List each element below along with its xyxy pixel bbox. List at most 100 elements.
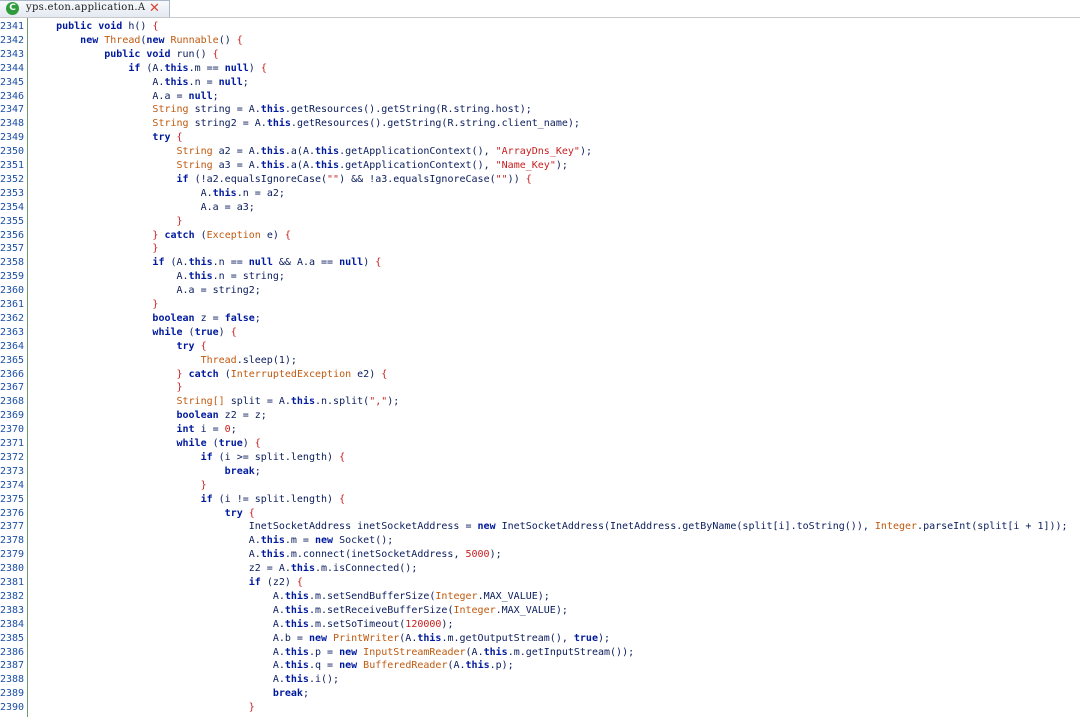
code-token: { [296,577,303,588]
code-line[interactable]: } catch (InterruptedException e2) { [32,368,388,382]
code-line[interactable]: } [32,381,183,395]
code-token: while [176,438,207,449]
code-line[interactable]: if (i >= split.length) { [32,451,346,465]
code-line[interactable]: String string = A.this.getResources().ge… [32,103,531,117]
code-line[interactable]: A.this.m = new Socket(); [32,534,394,548]
code-line[interactable]: } [32,215,183,229]
code-token: this [260,535,285,547]
code-token: } [176,215,183,227]
code-token: ; [254,312,261,324]
code-line[interactable]: try { [32,340,207,354]
code-line[interactable]: String a3 = A.this.a(A.this.getApplicati… [32,159,568,173]
code-token: { [176,132,183,144]
code-token: new [146,34,165,46]
code-line[interactable]: if (A.this.m == null) { [32,62,267,76]
code-token: { [254,438,261,449]
code-line[interactable]: } [32,242,158,256]
code-token: false [224,312,255,324]
code-token: { [212,48,219,60]
code-line[interactable]: break; [32,465,261,479]
code-token: .p = [308,646,340,658]
line-number: 2351 [0,160,25,171]
code-line[interactable]: A.this.m.setSendBufferSize(Integer.MAX_V… [32,590,550,604]
code-line[interactable]: int i = 0; [32,423,237,437]
code-line[interactable]: try { [32,131,183,145]
code-line[interactable]: } [32,701,255,715]
code-line[interactable]: } [32,479,207,493]
code-token: i = [194,424,225,436]
code-line[interactable]: A.a = string2; [32,284,260,298]
code-line[interactable]: A.this.n = a2; [32,187,285,201]
code-line[interactable]: A.this.m.setSoTimeout(120000); [32,618,454,632]
code-token: this [284,590,309,602]
code-line[interactable]: if (i != split.length) { [32,493,346,507]
code-line[interactable]: A.this.m.setReceiveBufferSize(Integer.MA… [32,604,568,618]
code-token: { [236,34,243,46]
code-line[interactable]: boolean z2 = z; [32,409,267,423]
code-line[interactable]: break; [32,687,309,701]
code-token: ); [597,632,611,644]
code-line[interactable]: public void run() { [32,48,219,62]
code-token: Integer [435,590,478,602]
code-token: 120000 [405,618,442,630]
close-icon[interactable]: ✕ [149,1,160,17]
code-line[interactable]: if (!a2.equalsIgnoreCase("") && !a3.equa… [32,173,532,187]
code-token: BufferedReader [363,660,448,672]
code-line[interactable]: } catch (Exception e) { [32,229,291,243]
code-token: A. [32,618,285,630]
code-line[interactable]: boolean z = false; [32,312,261,326]
tab-class-file[interactable]: C yps.eton.application.A ✕ [0,0,170,17]
code-area[interactable]: public void h() { new Thread(new Runnabl… [32,18,1080,717]
code-token: this [417,632,442,644]
code-line[interactable]: A.this.q = new BufferedReader(A.this.p); [32,659,514,673]
code-token: (i >= split.length) [212,451,340,463]
code-line[interactable]: A.this.n = string; [32,270,285,284]
code-token: { [375,257,382,269]
line-number: 2382 [0,590,25,602]
code-line[interactable]: String string2 = A.this.getResources().g… [32,117,579,131]
code-line[interactable]: new Thread(new Runnable() { [32,34,243,48]
code-line[interactable]: InetSocketAddress inetSocketAddress = ne… [32,520,1068,534]
code-line[interactable]: public void h() { [32,20,158,34]
code-line[interactable]: z2 = A.this.m.isConnected(); [32,562,418,576]
code-line[interactable]: while (true) { [32,437,261,451]
code-line[interactable]: String[] split = A.this.n.split(","); [32,395,400,409]
code-line[interactable]: A.this.p = new InputStreamReader(A.this.… [32,646,634,660]
code-line[interactable]: A.b = new PrintWriter(A.this.m.getOutput… [32,632,610,646]
code-line[interactable]: String a2 = A.this.a(A.this.getApplicati… [32,145,592,159]
code-token: A.b = [32,632,309,644]
code-line[interactable]: } [32,298,158,312]
code-token: .sleep(1); [236,354,297,366]
code-line[interactable]: if (A.this.n == null && A.a == null) { [32,256,381,270]
code-token: int [176,424,195,436]
code-token: .m.getOutputStream(), [441,632,574,644]
code-token: true [194,326,219,338]
code-line[interactable]: while (true) { [32,326,236,340]
line-number: 2346 [0,90,25,102]
code-editor[interactable]: 2341 2342 2343 2344 2345 2346 2347 2348 2349 2350… [0,18,1080,717]
code-token: .n = string; [212,271,285,283]
code-line[interactable]: A.a = null; [32,90,218,104]
line-number: 2378 [0,535,25,547]
code-line[interactable]: A.this.n = null; [32,76,248,90]
code-line[interactable]: if (z2) { [32,576,303,590]
code-line[interactable]: A.a = a3; [32,201,255,215]
code-token: null [218,76,243,88]
code-token: while [152,326,183,338]
code-line[interactable]: Thread.sleep(1); [32,354,297,368]
code-token: ); [489,549,502,561]
code-token: .p); [489,660,514,672]
code-line[interactable]: A.this.i(); [32,673,339,687]
code-line[interactable]: try { [32,507,255,521]
code-token: e2) [351,368,382,380]
code-token: .i(); [308,674,340,686]
code-line[interactable]: A.this.m.connect(inetSocketAddress, 5000… [32,548,502,562]
line-number: 2372 [0,451,25,463]
